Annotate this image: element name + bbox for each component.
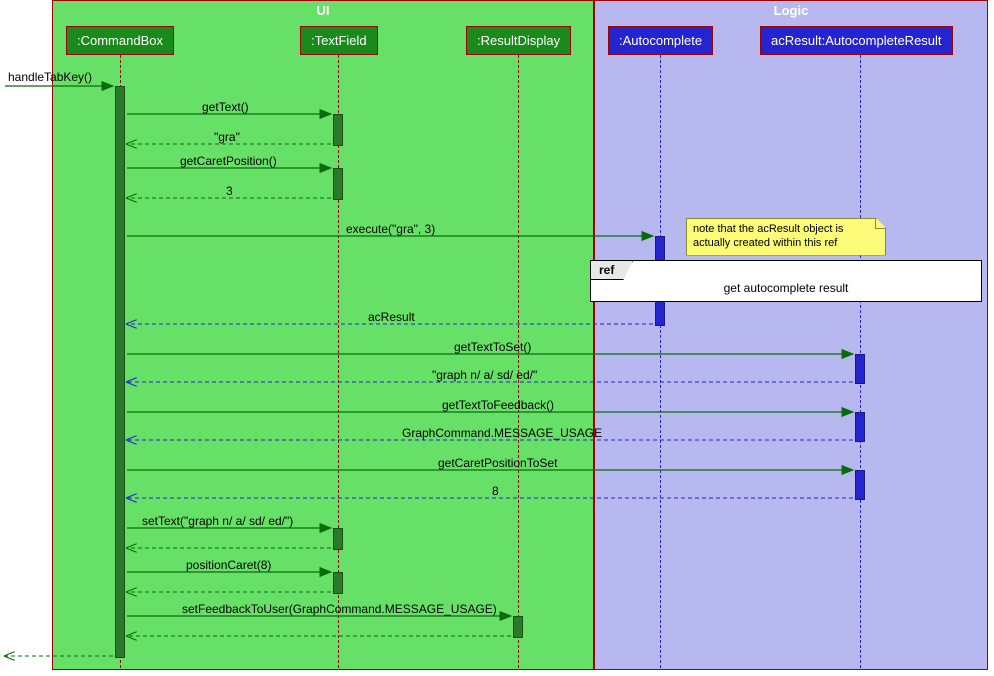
msg-ret-8: 8 bbox=[490, 484, 501, 498]
group-logic: Logic bbox=[594, 0, 988, 670]
group-ui-title: UI bbox=[53, 3, 593, 18]
participant-resultdisplay-label: :ResultDisplay bbox=[477, 33, 560, 48]
activation-textfield-2 bbox=[333, 168, 343, 200]
msg-ret-acresult: acResult bbox=[366, 310, 417, 324]
msg-getcaretpostoset: getCaretPositionToSet bbox=[436, 456, 559, 470]
msg-ret-msgusage: GraphCommand.MESSAGE_USAGE bbox=[400, 426, 604, 440]
note-acresult: note that the acResult object is actuall… bbox=[686, 218, 886, 256]
lifeline-autocomplete bbox=[660, 55, 661, 668]
msg-gettext: getText() bbox=[200, 100, 251, 114]
group-logic-title: Logic bbox=[595, 3, 987, 18]
participant-textfield: :TextField bbox=[300, 26, 378, 55]
msg-settext: setText("graph n/ a/ sd/ ed/") bbox=[140, 514, 295, 528]
participant-acresult: acResult:AutocompleteResult bbox=[760, 26, 953, 55]
lifeline-resultdisplay bbox=[518, 55, 519, 668]
participant-textfield-label: :TextField bbox=[311, 33, 367, 48]
msg-ret-3: 3 bbox=[224, 184, 235, 198]
activation-textfield-3 bbox=[333, 528, 343, 550]
msg-execute: execute("gra", 3) bbox=[344, 222, 437, 236]
msg-getcaretposition: getCaretPosition() bbox=[178, 154, 279, 168]
participant-resultdisplay: :ResultDisplay bbox=[466, 26, 571, 55]
participant-acresult-label: acResult:AutocompleteResult bbox=[771, 33, 942, 48]
participant-autocomplete: :Autocomplete bbox=[608, 26, 713, 55]
ref-text: get autocomplete result bbox=[591, 281, 981, 295]
msg-ret-graph: "graph n/ a/ sd/ ed/" bbox=[430, 368, 539, 382]
activation-acresult-1 bbox=[855, 354, 865, 384]
activation-textfield-1 bbox=[333, 114, 343, 146]
participant-commandbox: :CommandBox bbox=[66, 26, 174, 55]
msg-setfeedbacktouser: setFeedbackToUser(GraphCommand.MESSAGE_U… bbox=[180, 602, 499, 616]
note-line-1: note that the acResult object is bbox=[693, 223, 877, 237]
activation-resultdisplay bbox=[513, 616, 523, 638]
activation-textfield-4 bbox=[333, 572, 343, 594]
participant-commandbox-label: :CommandBox bbox=[77, 33, 163, 48]
group-ui: UI bbox=[52, 0, 594, 670]
note-line-2: actually created within this ref bbox=[693, 237, 877, 251]
activation-acresult-3 bbox=[855, 470, 865, 500]
msg-ret-gra: "gra" bbox=[212, 130, 242, 144]
ref-tag: ref bbox=[590, 260, 633, 280]
activation-acresult-2 bbox=[855, 412, 865, 442]
ref-fragment: ref get autocomplete result bbox=[590, 260, 982, 302]
activation-commandbox bbox=[115, 86, 125, 658]
msg-gettexttoset: getTextToSet() bbox=[452, 340, 533, 354]
msg-handletabkey: handleTabKey() bbox=[6, 70, 94, 84]
msg-positioncaret: positionCaret(8) bbox=[184, 558, 273, 572]
sequence-diagram: UI Logic :CommandBox :TextField :ResultD… bbox=[0, 0, 994, 676]
msg-gettexttofeedback: getTextToFeedback() bbox=[440, 398, 556, 412]
participant-autocomplete-label: :Autocomplete bbox=[619, 33, 702, 48]
